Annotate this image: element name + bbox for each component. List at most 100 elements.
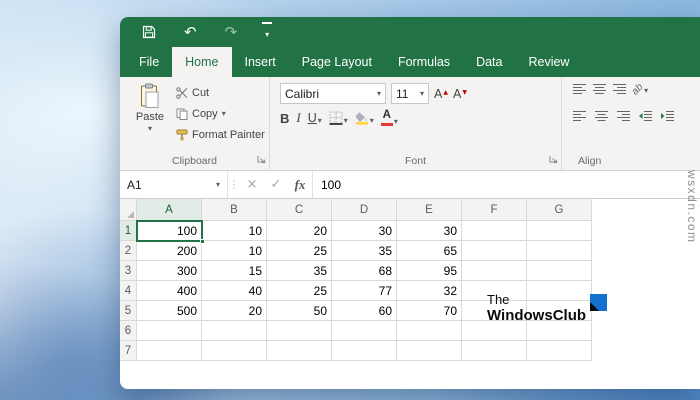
cell-C7[interactable]: [267, 341, 332, 361]
redo-button[interactable]: ↷: [225, 21, 238, 43]
enter-button[interactable]: ✓: [264, 171, 288, 198]
row-header-5[interactable]: 5: [120, 301, 137, 321]
cell-F2[interactable]: [462, 241, 527, 261]
cell-G7[interactable]: [527, 341, 592, 361]
cell-B2[interactable]: 10: [202, 241, 267, 261]
cell-G2[interactable]: [527, 241, 592, 261]
borders-button[interactable]: ▾: [329, 111, 348, 125]
save-button[interactable]: [142, 21, 156, 43]
fill-color-button[interactable]: ▾: [355, 111, 374, 125]
cell-D3[interactable]: 68: [332, 261, 397, 281]
cell-E4[interactable]: 32: [397, 281, 462, 301]
cell-A4[interactable]: 400: [137, 281, 202, 301]
cell-A1[interactable]: 100: [137, 221, 202, 241]
formula-input[interactable]: 100: [312, 171, 700, 198]
row-header-7[interactable]: 7: [120, 341, 137, 361]
font-size-combo[interactable]: 11 ▾: [391, 83, 429, 104]
cell-G3[interactable]: [527, 261, 592, 281]
cell-G1[interactable]: [527, 221, 592, 241]
cell-D5[interactable]: 60: [332, 301, 397, 321]
font-dialog-launcher[interactable]: [549, 152, 558, 167]
cell-A6[interactable]: [137, 321, 202, 341]
cell-C3[interactable]: 35: [267, 261, 332, 281]
cell-F1[interactable]: [462, 221, 527, 241]
cell-F7[interactable]: [462, 341, 527, 361]
paste-button[interactable]: Paste ▾: [128, 83, 172, 155]
cell-C5[interactable]: 50: [267, 301, 332, 321]
cell-E3[interactable]: 95: [397, 261, 462, 281]
cell-C1[interactable]: 20: [267, 221, 332, 241]
cell-E5[interactable]: 70: [397, 301, 462, 321]
tab-data[interactable]: Data: [463, 47, 515, 77]
align-left-button[interactable]: [572, 110, 587, 122]
bold-button[interactable]: B: [280, 111, 289, 126]
row-header-4[interactable]: 4: [120, 281, 137, 301]
align-middle-button[interactable]: [592, 83, 607, 95]
increase-indent-button[interactable]: [660, 110, 675, 122]
font-color-button[interactable]: A ▾: [380, 110, 398, 126]
tab-file[interactable]: File: [126, 47, 172, 77]
formula-bar-splitter[interactable]: ⋮: [228, 171, 240, 198]
cell-E6[interactable]: [397, 321, 462, 341]
tab-home[interactable]: Home: [172, 47, 232, 77]
tab-page-layout[interactable]: Page Layout: [289, 47, 385, 77]
column-header-D[interactable]: D: [332, 199, 397, 221]
row-header-1[interactable]: 1: [120, 221, 137, 241]
row-header-3[interactable]: 3: [120, 261, 137, 281]
column-header-C[interactable]: C: [267, 199, 332, 221]
cell-D7[interactable]: [332, 341, 397, 361]
cell-B4[interactable]: 40: [202, 281, 267, 301]
column-header-A[interactable]: A: [137, 199, 202, 221]
orientation-button[interactable]: ab ▾: [630, 81, 648, 97]
undo-button[interactable]: ↶: [184, 21, 197, 43]
tab-review[interactable]: Review: [515, 47, 582, 77]
cell-C6[interactable]: [267, 321, 332, 341]
cell-B1[interactable]: 10: [202, 221, 267, 241]
tab-insert[interactable]: Insert: [232, 47, 289, 77]
cell-B7[interactable]: [202, 341, 267, 361]
cell-B5[interactable]: 20: [202, 301, 267, 321]
tab-formulas[interactable]: Formulas: [385, 47, 463, 77]
underline-button[interactable]: U ▾: [308, 111, 322, 125]
cell-A5[interactable]: 500: [137, 301, 202, 321]
cell-A7[interactable]: [137, 341, 202, 361]
row-header-2[interactable]: 2: [120, 241, 137, 261]
italic-button[interactable]: I: [296, 110, 300, 126]
cell-C4[interactable]: 25: [267, 281, 332, 301]
column-header-E[interactable]: E: [397, 199, 462, 221]
cell-D1[interactable]: 30: [332, 221, 397, 241]
name-box[interactable]: A1 ▾: [120, 171, 228, 198]
cell-B3[interactable]: 15: [202, 261, 267, 281]
cell-D4[interactable]: 77: [332, 281, 397, 301]
increase-font-size-button[interactable]: A ▲: [434, 87, 448, 101]
select-all-button[interactable]: [120, 199, 137, 221]
decrease-font-size-button[interactable]: A ▼: [453, 87, 467, 101]
customize-quick-access-button[interactable]: ▾: [262, 21, 273, 43]
insert-function-button[interactable]: fx: [288, 171, 312, 198]
cancel-button[interactable]: ×: [240, 171, 264, 198]
align-center-button[interactable]: [594, 110, 609, 122]
align-top-button[interactable]: [572, 83, 587, 95]
cell-E1[interactable]: 30: [397, 221, 462, 241]
format-painter-button[interactable]: Format Painter: [176, 127, 265, 143]
cell-A3[interactable]: 300: [137, 261, 202, 281]
cell-E7[interactable]: [397, 341, 462, 361]
decrease-indent-button[interactable]: [638, 110, 653, 122]
cell-B6[interactable]: [202, 321, 267, 341]
align-bottom-button[interactable]: [612, 83, 627, 95]
copy-button[interactable]: Copy ▾: [176, 106, 265, 122]
align-right-button[interactable]: [616, 110, 631, 122]
font-name-combo[interactable]: Calibri ▾: [280, 83, 386, 104]
cut-button[interactable]: Cut: [176, 85, 265, 101]
column-header-B[interactable]: B: [202, 199, 267, 221]
column-header-F[interactable]: F: [462, 199, 527, 221]
clipboard-dialog-launcher[interactable]: [257, 152, 266, 167]
cell-D2[interactable]: 35: [332, 241, 397, 261]
cell-A2[interactable]: 200: [137, 241, 202, 261]
cell-E2[interactable]: 65: [397, 241, 462, 261]
cell-F3[interactable]: [462, 261, 527, 281]
row-header-6[interactable]: 6: [120, 321, 137, 341]
cell-C2[interactable]: 25: [267, 241, 332, 261]
column-header-G[interactable]: G: [527, 199, 592, 221]
cell-D6[interactable]: [332, 321, 397, 341]
